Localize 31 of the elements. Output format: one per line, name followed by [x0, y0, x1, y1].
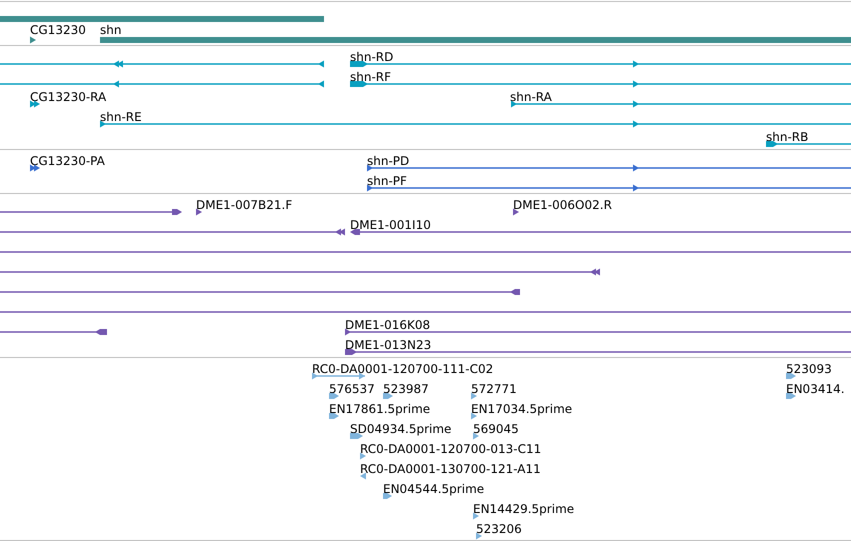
feature-label: shn-RD — [350, 50, 394, 64]
feature-label: 569045 — [473, 422, 519, 436]
feature-label: EN04544.5prime — [383, 482, 484, 496]
feature-label: DME1-007B21.F — [196, 198, 292, 212]
feature-label: shn-RF — [350, 70, 392, 84]
feature-label: shn-PF — [367, 174, 407, 188]
feature-label: 523093 — [786, 362, 832, 376]
feature-label: DME1-006O02.R — [513, 198, 612, 212]
feature-label: CG13230 — [30, 23, 86, 37]
feature-label: shn — [100, 23, 122, 37]
feature-label: 523206 — [476, 522, 522, 536]
feature-label: shn-PD — [367, 154, 410, 168]
feature-label: EN14429.5prime — [473, 502, 574, 516]
feature-label: 572771 — [471, 382, 517, 396]
feature-label: CG13230-RA — [30, 90, 106, 104]
feature-label: DME1-013N23 — [345, 338, 432, 352]
feature-label: SD04934.5prime — [350, 422, 452, 436]
feature-label: DME1-016K08 — [345, 318, 430, 332]
feature-label: RC0-DA0001-120700-111-C02 — [312, 362, 494, 376]
feature-label: 576537 — [329, 382, 375, 396]
feature-label: 523987 — [383, 382, 429, 396]
feature-label: RC0-DA0001-120700-013-C11 — [360, 442, 542, 456]
feature-label: shn-RB — [766, 130, 808, 144]
feature-label: EN03414. — [786, 382, 845, 396]
feature-label: shn-RA — [510, 90, 552, 104]
feature-label: CG13230-PA — [30, 154, 105, 168]
feature-label: EN17034.5prime — [471, 402, 572, 416]
feature-label: shn-RE — [100, 110, 142, 124]
feature-label: DME1-001I10 — [350, 218, 431, 232]
feature-label: RC0-DA0001-130700-121-A11 — [360, 462, 541, 476]
feature-label: EN17861.5prime — [329, 402, 430, 416]
